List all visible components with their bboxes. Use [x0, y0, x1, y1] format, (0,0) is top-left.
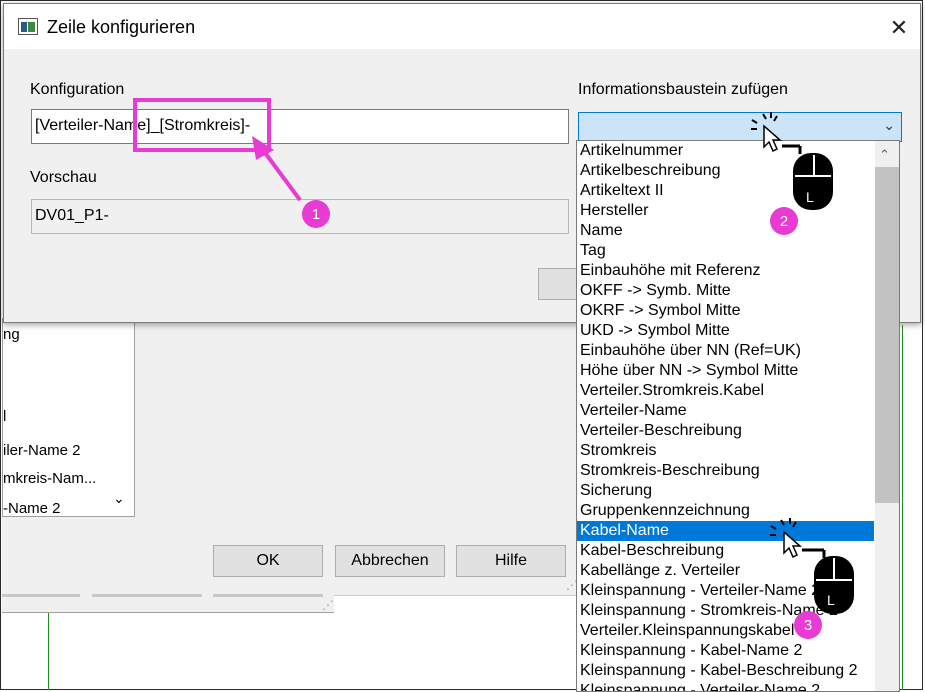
mouse-icon: L [782, 144, 833, 210]
svg-text:L: L [806, 189, 814, 205]
step-badge: 3 [794, 611, 822, 639]
step-badge: 2 [770, 207, 798, 235]
highlight-rectangle [133, 98, 271, 152]
mouse-icon: L [802, 548, 854, 614]
step-badge: 1 [302, 200, 330, 228]
svg-text:L: L [827, 592, 835, 608]
annotation-overlay: L L [133, 98, 854, 614]
click-cursor-icon [770, 518, 802, 559]
click-cursor-icon [751, 112, 782, 153]
arrow-line [261, 148, 302, 202]
